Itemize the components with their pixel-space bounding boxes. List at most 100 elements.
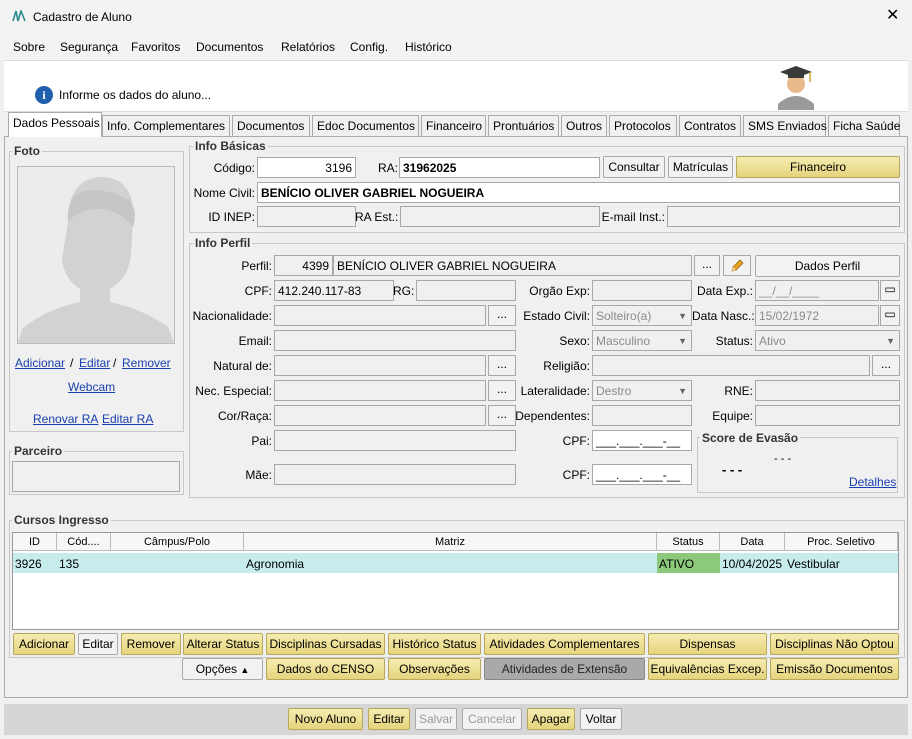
natural-search-button[interactable]: ... bbox=[488, 355, 516, 376]
novo-aluno-button[interactable]: Novo Aluno bbox=[288, 708, 363, 730]
column-header-status[interactable]: Status bbox=[657, 533, 720, 551]
estado-civil-select[interactable]: Solteiro(a) ▼ bbox=[592, 305, 692, 326]
salvar-button[interactable]: Salvar bbox=[415, 708, 457, 730]
dependentes-field[interactable] bbox=[592, 405, 692, 426]
equipe-field[interactable] bbox=[755, 405, 900, 426]
column-header-data[interactable]: Data bbox=[720, 533, 785, 551]
menu-seguranca[interactable]: Segurança bbox=[60, 40, 118, 54]
cor-raca-field[interactable] bbox=[274, 405, 486, 426]
calendar-icon[interactable]: ▭ bbox=[880, 280, 900, 301]
tab-sms-enviados[interactable]: SMS Enviados bbox=[743, 115, 827, 136]
dados-perfil-button[interactable]: Dados Perfil bbox=[755, 255, 900, 277]
emissao-documentos-button[interactable]: Emissão Documentos bbox=[770, 658, 899, 680]
edit-pencil-icon[interactable] bbox=[723, 255, 751, 276]
observacoes-button[interactable]: Observações bbox=[388, 658, 481, 680]
cor-raca-search-button[interactable]: ... bbox=[488, 405, 516, 426]
historico-status-button[interactable]: Histórico Status bbox=[388, 633, 481, 655]
remover-curso-button[interactable]: Remover bbox=[121, 633, 181, 655]
cursos-table[interactable]: ID Cód.... Câmpus/Polo Matriz Status Dat… bbox=[12, 532, 899, 630]
email-inst-field[interactable] bbox=[667, 206, 900, 227]
calendar-icon[interactable]: ▭ bbox=[880, 305, 900, 326]
menu-documentos[interactable]: Documentos bbox=[196, 40, 263, 54]
remover-foto-link[interactable]: Remover bbox=[122, 356, 171, 370]
perfil-id-field[interactable]: 4399 bbox=[274, 255, 333, 276]
pai-field[interactable] bbox=[274, 430, 516, 451]
tab-financeiro[interactable]: Financeiro bbox=[421, 115, 486, 136]
natural-field[interactable] bbox=[274, 355, 486, 376]
ra-field[interactable]: 31962025 bbox=[399, 157, 600, 178]
codigo-field[interactable]: 3196 bbox=[257, 157, 356, 178]
tab-prontuarios[interactable]: Prontuários bbox=[488, 115, 559, 136]
rg-field[interactable] bbox=[416, 280, 516, 301]
voltar-button[interactable]: Voltar bbox=[580, 708, 622, 730]
rne-field[interactable] bbox=[755, 380, 900, 401]
matriculas-button[interactable]: Matrículas bbox=[668, 156, 733, 178]
column-header-proc-seletivo[interactable]: Proc. Seletivo bbox=[785, 533, 898, 551]
column-header-cod[interactable]: Cód.... bbox=[57, 533, 111, 551]
cpf-mae-field[interactable]: ___.___.___-__ bbox=[592, 464, 692, 485]
editar-ra-link[interactable]: Editar RA bbox=[102, 412, 153, 426]
opcoes-button[interactable]: Opções ▲ bbox=[182, 658, 263, 680]
tab-dados-pessoais[interactable]: Dados Pessoais bbox=[8, 112, 102, 137]
adicionar-curso-button[interactable]: Adicionar bbox=[13, 633, 75, 655]
editar-button[interactable]: Editar bbox=[368, 708, 410, 730]
email-field[interactable] bbox=[274, 330, 516, 351]
menu-relatorios[interactable]: Relatórios bbox=[281, 40, 335, 54]
parceiro-field[interactable] bbox=[12, 461, 180, 492]
column-header-campus[interactable]: Câmpus/Polo bbox=[111, 533, 244, 551]
cpf-field[interactable]: 412.240.117-83 bbox=[274, 280, 394, 301]
nec-especial-search-button[interactable]: ... bbox=[488, 380, 516, 401]
dispensas-button[interactable]: Dispensas bbox=[648, 633, 767, 655]
tab-documentos[interactable]: Documentos bbox=[232, 115, 310, 136]
nome-civil-field[interactable]: BENÍCIO OLIVER GABRIEL NOGUEIRA bbox=[257, 182, 900, 203]
tab-outros[interactable]: Outros bbox=[561, 115, 607, 136]
disciplinas-cursadas-button[interactable]: Disciplinas Cursadas bbox=[266, 633, 385, 655]
tab-protocolos[interactable]: Protocolos bbox=[609, 115, 677, 136]
consultar-button[interactable]: Consultar bbox=[603, 156, 665, 178]
mae-field[interactable] bbox=[274, 464, 516, 485]
adicionar-foto-link[interactable]: Adicionar bbox=[15, 356, 65, 370]
ra-est-field[interactable] bbox=[400, 206, 600, 227]
menu-config[interactable]: Config. bbox=[350, 40, 388, 54]
perfil-search-button[interactable]: ... bbox=[694, 255, 720, 276]
column-header-matriz[interactable]: Matriz bbox=[244, 533, 657, 551]
menu-sobre[interactable]: Sobre bbox=[13, 40, 45, 54]
lateralidade-select[interactable]: Destro ▼ bbox=[592, 380, 692, 401]
orgao-exp-field[interactable] bbox=[592, 280, 692, 301]
religiao-search-button[interactable]: ... bbox=[872, 355, 900, 376]
webcam-link[interactable]: Webcam bbox=[68, 380, 115, 394]
close-icon[interactable]: ✕ bbox=[886, 8, 899, 24]
status-select[interactable]: Ativo ▼ bbox=[755, 330, 900, 351]
financeiro-button[interactable]: Financeiro bbox=[736, 156, 900, 178]
menu-historico[interactable]: Histórico bbox=[405, 40, 452, 54]
religiao-field[interactable] bbox=[592, 355, 870, 376]
tab-edoc-documentos[interactable]: Edoc Documentos bbox=[312, 115, 419, 136]
atividades-complementares-button[interactable]: Atividades Complementares bbox=[484, 633, 645, 655]
renovar-ra-link[interactable]: Renovar RA bbox=[33, 412, 98, 426]
id-inep-field[interactable] bbox=[257, 206, 356, 227]
tab-ficha-saude[interactable]: Ficha Saúde bbox=[828, 115, 900, 136]
data-nasc-field[interactable]: 15/02/1972 bbox=[755, 305, 879, 326]
menu-favoritos[interactable]: Favoritos bbox=[131, 40, 180, 54]
alterar-status-button[interactable]: Alterar Status bbox=[183, 633, 263, 655]
data-exp-field[interactable]: __/__/____ bbox=[755, 280, 879, 301]
editar-foto-link[interactable]: Editar bbox=[79, 356, 110, 370]
nacionalidade-search-button[interactable]: ... bbox=[488, 305, 516, 326]
cpf-pai-field[interactable]: ___.___.___-__ bbox=[592, 430, 692, 451]
cancelar-button[interactable]: Cancelar bbox=[462, 708, 522, 730]
detalhes-link[interactable]: Detalhes bbox=[849, 475, 896, 489]
dados-censo-button[interactable]: Dados do CENSO bbox=[266, 658, 385, 680]
editar-curso-button[interactable]: Editar bbox=[78, 633, 118, 655]
tab-contratos[interactable]: Contratos bbox=[679, 115, 741, 136]
table-row[interactable]: 3926 135 Agronomia ATIVO 10/04/2025 Vest… bbox=[13, 553, 898, 573]
atividades-extensao-button[interactable]: Atividades de Extensão bbox=[484, 658, 645, 680]
nacionalidade-field[interactable] bbox=[274, 305, 486, 326]
perfil-nome-field[interactable]: BENÍCIO OLIVER GABRIEL NOGUEIRA bbox=[333, 255, 692, 276]
equivalencias-button[interactable]: Equivalências Excep. bbox=[648, 658, 767, 680]
nec-especial-field[interactable] bbox=[274, 380, 486, 401]
column-header-id[interactable]: ID bbox=[13, 533, 57, 551]
tab-info-complementares[interactable]: Info. Complementares bbox=[102, 115, 230, 136]
disciplinas-nao-optou-button[interactable]: Disciplinas Não Optou bbox=[770, 633, 899, 655]
sexo-select[interactable]: Masculino ▼ bbox=[592, 330, 692, 351]
apagar-button[interactable]: Apagar bbox=[527, 708, 575, 730]
